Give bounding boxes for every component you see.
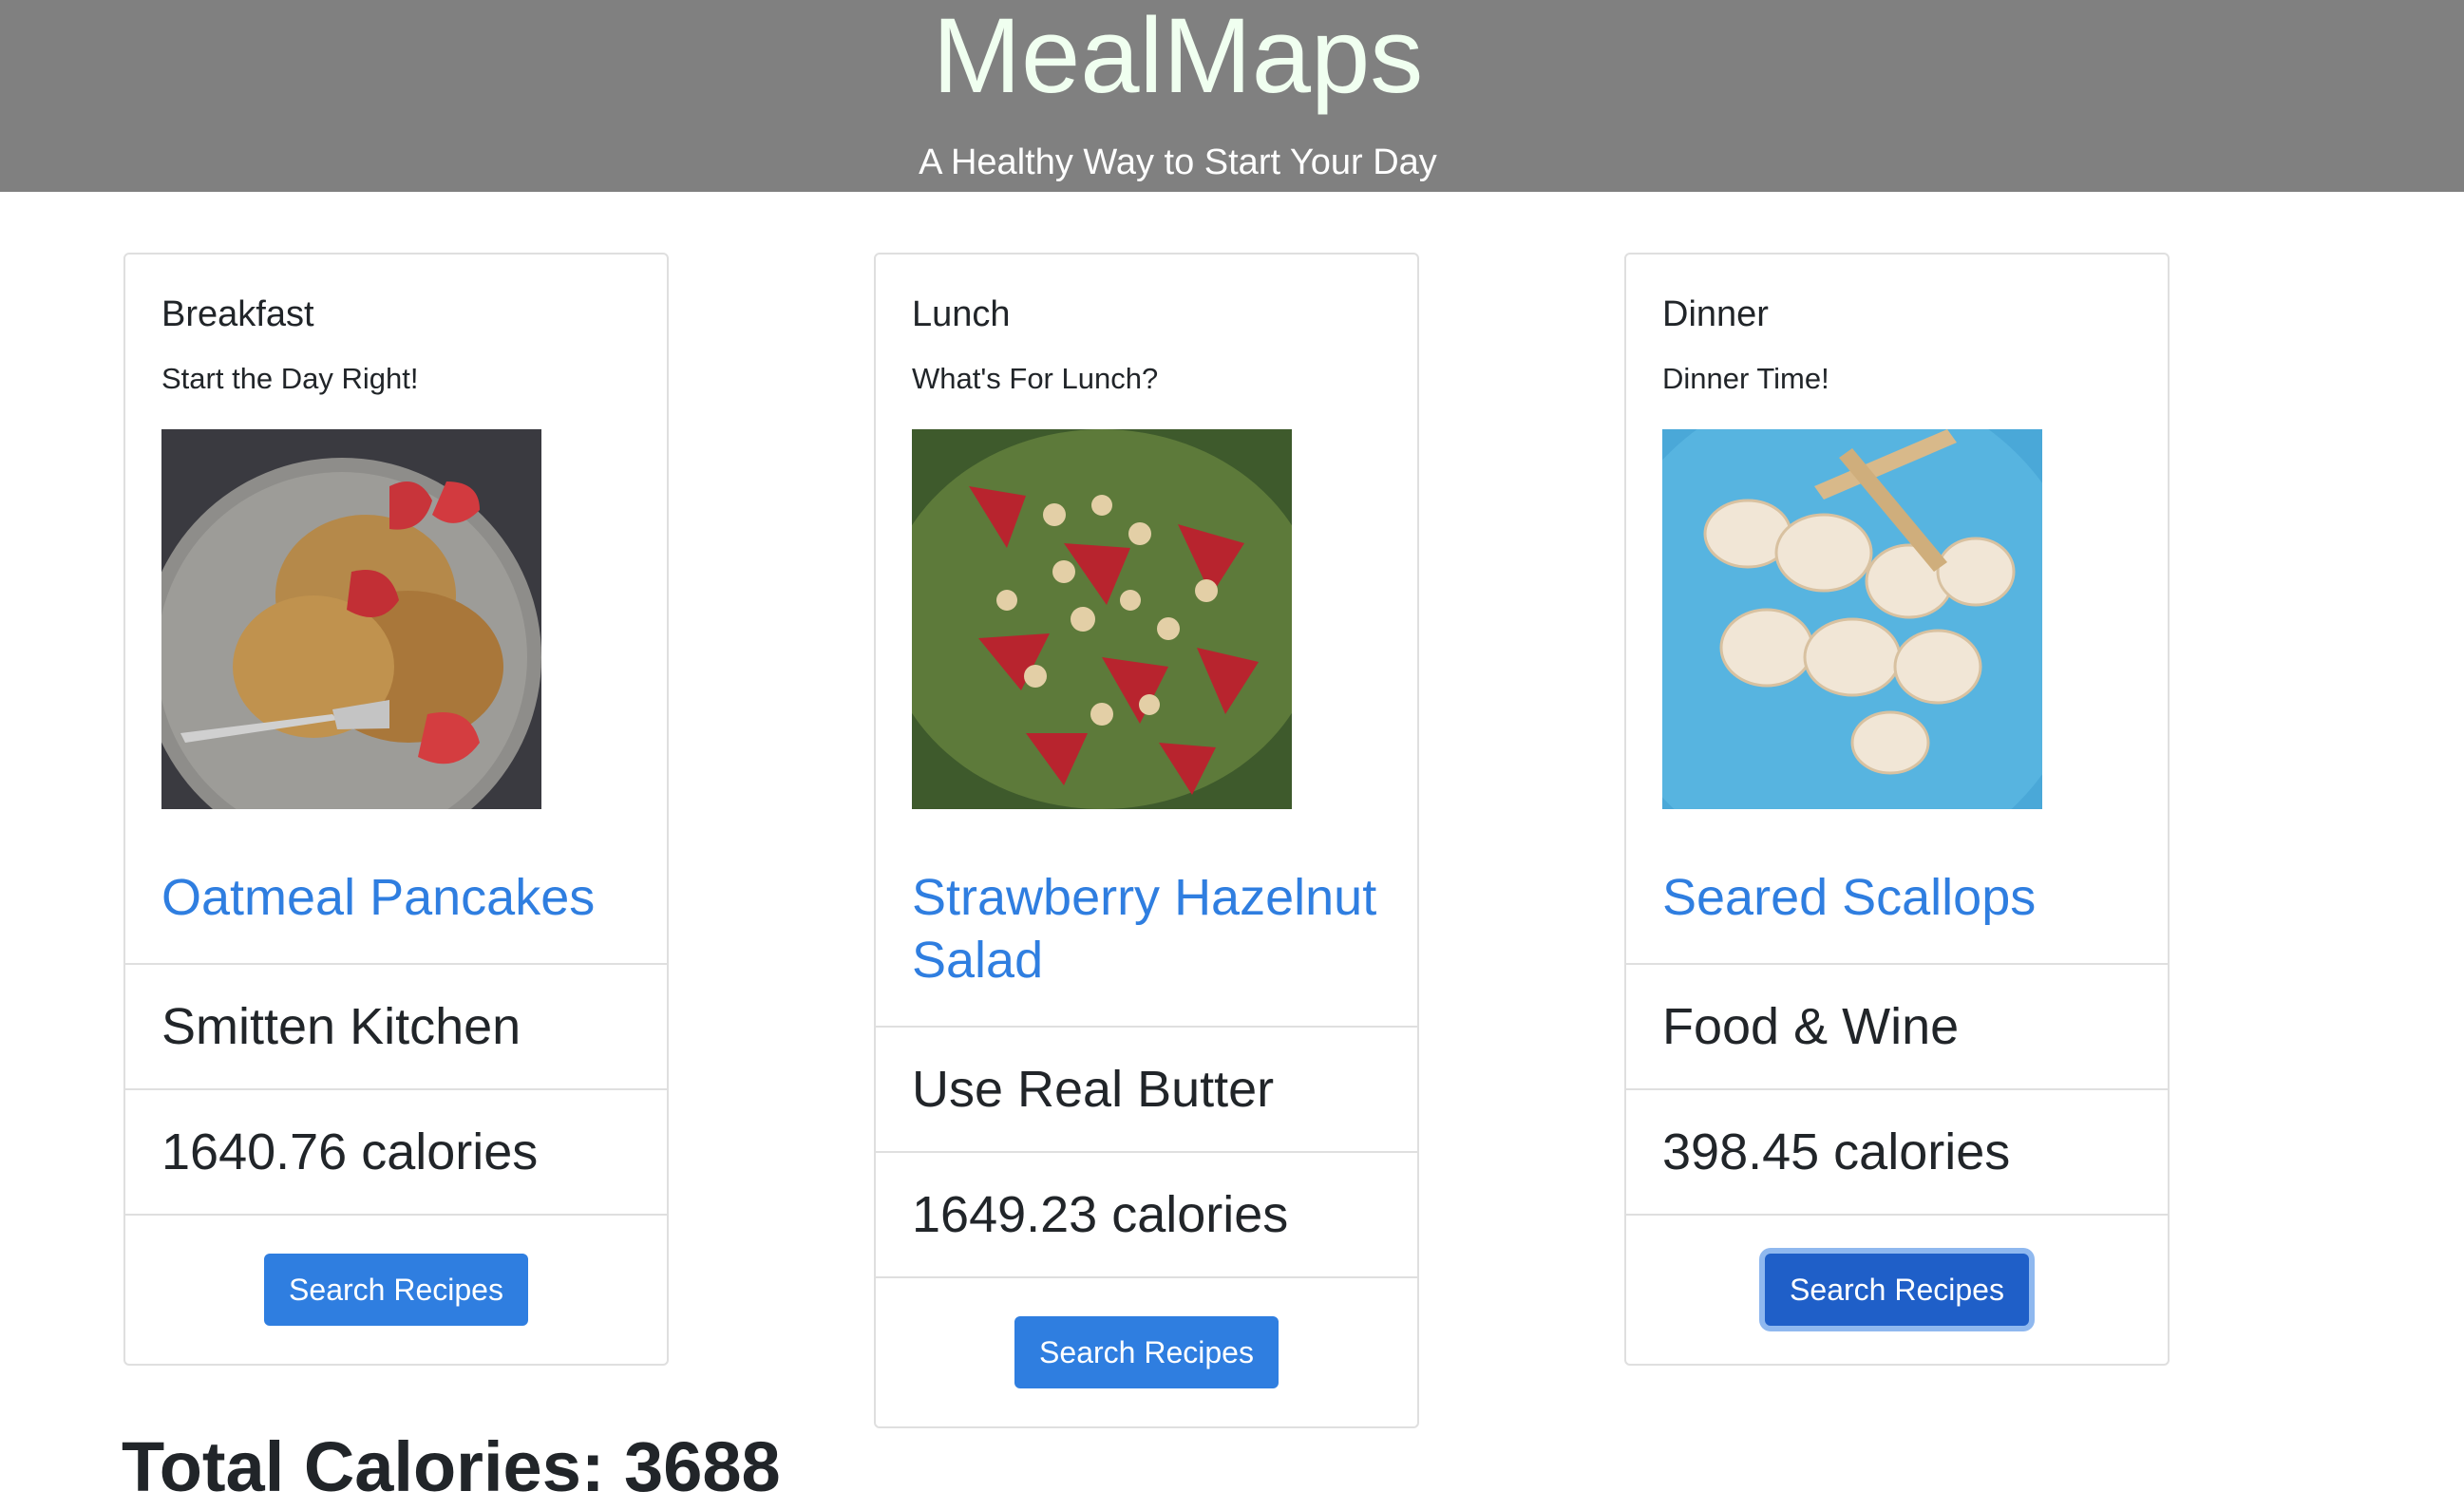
recipe-source: Smitten Kitchen <box>125 963 667 1088</box>
scallops-image <box>1662 429 2042 809</box>
meal-card-breakfast: Breakfast Start the Day Right! Oatmeal P… <box>123 253 669 1366</box>
card-subtitle: What's For Lunch? <box>912 362 1159 395</box>
card-title: Dinner <box>1662 294 1769 334</box>
recipe-calories: 1640.76 calories <box>125 1088 667 1214</box>
recipe-link-seared-scallops[interactable]: Seared Scallops <box>1662 866 2132 929</box>
recipe-calories: 398.45 calories <box>1626 1088 2168 1214</box>
card-subtitle: Dinner Time! <box>1662 362 1829 395</box>
salad-image <box>912 429 1292 809</box>
recipe-link-oatmeal-pancakes[interactable]: Oatmeal Pancakes <box>161 866 631 929</box>
meal-card-dinner: Dinner Dinner Time! Seared Scallops Food… <box>1624 253 2170 1366</box>
page-title: MealMaps <box>932 0 1424 115</box>
total-calories-heading: Total Calories: 3688 <box>122 1427 781 1506</box>
recipe-calories: 1649.23 calories <box>876 1151 1417 1276</box>
pancakes-image <box>161 429 541 809</box>
meal-card-lunch: Lunch What's For Lunch? Strawberry Hazel… <box>874 253 1419 1428</box>
recipe-source: Use Real Butter <box>876 1026 1417 1151</box>
page-tagline: A Healthy Way to Start Your Day <box>919 142 1437 182</box>
card-footer: Search Recipes <box>876 1276 1417 1426</box>
card-title: Lunch <box>912 294 1011 334</box>
search-recipes-button[interactable]: Search Recipes <box>264 1254 528 1326</box>
card-subtitle: Start the Day Right! <box>161 362 419 395</box>
search-recipes-button[interactable]: Search Recipes <box>1765 1254 2029 1326</box>
search-recipes-button[interactable]: Search Recipes <box>1014 1316 1279 1388</box>
card-title: Breakfast <box>161 294 314 334</box>
card-footer: Search Recipes <box>1626 1214 2168 1364</box>
recipe-link-strawberry-hazelnut-salad[interactable]: Strawberry Hazelnut Salad <box>912 866 1381 991</box>
recipe-source: Food & Wine <box>1626 963 2168 1088</box>
header-banner: MealMaps A Healthy Way to Start Your Day <box>0 0 2464 192</box>
card-footer: Search Recipes <box>125 1214 667 1364</box>
